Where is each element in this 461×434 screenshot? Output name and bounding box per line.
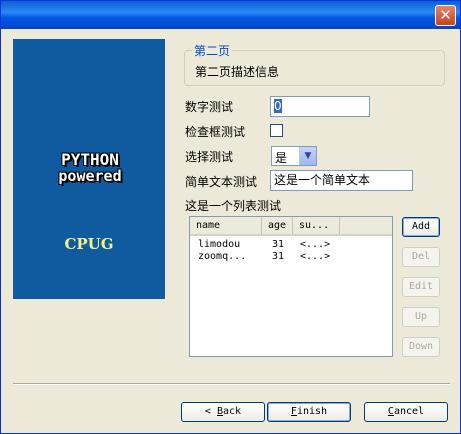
list-item[interactable]: limodou 31 <...> <box>190 239 392 251</box>
select-value: 是 <box>275 151 288 165</box>
side-banner: PYTHON powered CPUG <box>13 39 165 299</box>
list-item[interactable]: zoomq... 31 <...> <box>190 251 392 263</box>
cell-su: <...> <box>300 251 331 262</box>
up-button[interactable]: Up <box>402 307 440 327</box>
back-button[interactable]: < Back <box>181 402 265 422</box>
cell-age: 31 <box>272 239 285 250</box>
back-arrow: < <box>204 406 211 417</box>
banner-caption: CPUG <box>64 235 114 253</box>
page-description: 第二页描述信息 <box>195 65 280 79</box>
delete-button[interactable]: Del <box>402 247 440 267</box>
list-label: 这是一个列表测试 <box>185 199 282 213</box>
page-title: 第二页 <box>192 42 233 59</box>
chevron-down-icon[interactable]: ▼ <box>299 147 316 165</box>
add-button[interactable]: Add <box>402 217 440 237</box>
logo-line-1: PYTHON <box>61 150 119 169</box>
number-label: 数字测试 <box>185 100 234 114</box>
cell-su: <...> <box>300 239 331 250</box>
back-label-rest: ack <box>223 406 242 417</box>
text-value: 这是一个简单文本 <box>274 173 371 187</box>
test-checkbox[interactable] <box>270 124 283 137</box>
finish-label-rest: inish <box>296 406 328 417</box>
python-powered-logo: PYTHON powered <box>48 150 132 185</box>
page-info-group: 第二页 第二页描述信息 <box>184 42 445 86</box>
logo-line-2: powered <box>58 167 122 185</box>
down-button[interactable]: Down <box>402 337 440 357</box>
text-label: 简单文本测试 <box>185 175 258 189</box>
cancel-label-rest: ancel <box>393 406 425 417</box>
checkbox-label: 检查框测试 <box>185 125 246 139</box>
cell-name: limodou <box>198 239 241 250</box>
close-icon[interactable]: ✕ <box>435 5 456 26</box>
edit-button[interactable]: Edit <box>402 277 440 297</box>
select-dropdown[interactable]: 是 ▼ <box>271 146 317 166</box>
text-field[interactable]: 这是一个简单文本 <box>270 170 413 191</box>
number-field[interactable]: 0 <box>270 96 370 117</box>
column-header-age[interactable]: age <box>262 217 293 234</box>
select-label: 选择测试 <box>185 150 234 164</box>
wizard-window: ✕ PYTHON powered CPUG 第二页 第二页描述信息 数字测试 0… <box>0 0 461 434</box>
list-control[interactable]: name age su... limodou 31 <...> zoomq...… <box>189 216 393 357</box>
title-bar[interactable]: ✕ <box>1 1 460 29</box>
cell-age: 31 <box>272 251 285 262</box>
number-value: 0 <box>274 99 282 113</box>
footer-separator <box>13 383 450 385</box>
list-header: name age su... <box>190 217 392 236</box>
column-header-name[interactable]: name <box>190 217 262 234</box>
cell-name: zoomq... <box>198 251 247 262</box>
cancel-button[interactable]: Cancel <box>364 402 448 422</box>
column-header-su[interactable]: su... <box>293 217 340 234</box>
finish-button[interactable]: Finish <box>267 402 351 422</box>
